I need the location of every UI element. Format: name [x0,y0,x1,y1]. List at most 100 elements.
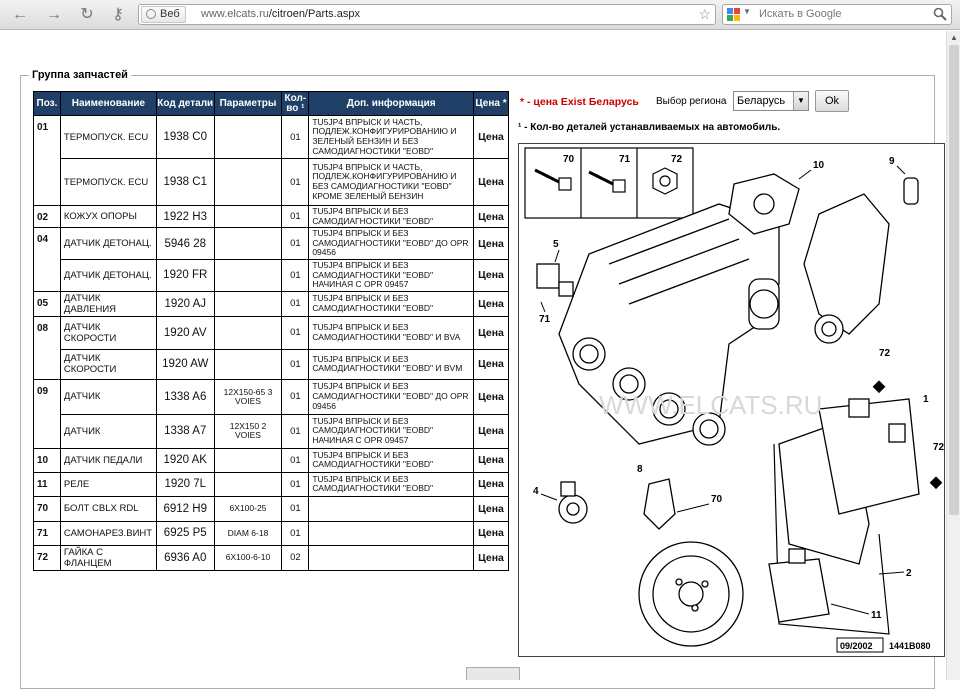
cell-part-code[interactable]: 1920 AV [155,315,215,350]
cell-part-code[interactable]: 1938 C0 [155,115,215,159]
cell-position: 09 [33,378,61,449]
back-arrow-icon[interactable]: ← [10,5,30,25]
scroll-up-icon[interactable]: ▲ [950,33,958,42]
chevron-down-icon: ▼ [793,92,808,110]
cell-part-code[interactable]: 1920 FR [155,258,215,292]
cell-parameters [213,115,283,159]
cell-name: РЕЛЕ [59,471,157,497]
cell-parameters [213,158,283,206]
parts-diagram[interactable]: 70 71 72 10 9 5 71 72 1 72 8 70 4 2 11 W… [518,143,945,657]
table-row: ДАТЧИК СКОРОСТИ 1920 AW 01 TU5JP4 ВПРЫСК И … [34,348,510,380]
price-link[interactable]: Цена [472,115,510,159]
url-text[interactable]: www.elcats.ru/citroen/Parts.aspx [201,7,360,22]
price-link[interactable]: Цена [472,227,510,260]
cell-part-code[interactable]: 6936 A0 [155,544,215,571]
cell-info: TU5JP4 ВПРЫСК И БЕЗ САМОДИАГНОСТИКИ "EOB… [308,348,474,380]
price-link[interactable]: Цена [472,204,510,229]
cell-info: TU5JP4 ВПРЫСК И БЕЗ САМОДИАГНОСТИКИ "EOB… [308,378,474,415]
col-header-price: Цена * [472,91,510,116]
search-icon[interactable] [933,7,947,21]
price-link[interactable]: Цена [472,544,510,571]
ok-button[interactable]: Ok [815,90,849,112]
cell-part-code[interactable]: 1920 AJ [155,290,215,317]
cell-quantity: 01 [281,204,310,229]
bookmark-star-icon[interactable]: ☆ [698,6,711,23]
cell-info [308,520,474,546]
price-link[interactable]: Цена [472,471,510,497]
reload-icon[interactable]: ↻ [77,5,97,25]
cell-quantity: 01 [281,520,310,546]
flywheel-drawing [638,541,744,647]
diagram-label: 4 [533,486,539,497]
price-link[interactable]: Цена [472,348,510,380]
col-header-qty: Кол-во ¹ [281,91,310,116]
cell-quantity: 01 [281,413,310,449]
table-row: 10 ДАТЧИК ПЕДАЛИ 1920 AK 01 TU5JP4 ВПРЫСК И … [33,447,510,473]
cell-name: ДАТЧИК ДЕТОНАЦ. [59,258,157,292]
col-header-pos: Поз. [33,91,61,116]
cell-part-code[interactable]: 1938 C1 [155,158,215,206]
search-box[interactable]: ▼ Искать в Google [722,4,952,25]
cell-part-code[interactable]: 5946 28 [155,227,215,260]
cell-info: TU5JP4 ВПРЫСК И БЕЗ САМОДИАГНОСТИКИ "EOB… [308,290,474,317]
diagram-label: 71 [539,314,551,325]
price-link[interactable]: Цена [472,158,510,206]
table-row: ТЕРМОПУСК. ECU 1938 C1 01 TU5JP4 ВПРЫСК И Ч… [34,158,510,206]
diagram-label: 70 [711,494,723,505]
cell-quantity: 01 [281,290,310,317]
cell-info: TU5JP4 ВПРЫСК И БЕЗ САМОДИАГНОСТИКИ "EOB… [308,447,474,473]
price-link[interactable]: Цена [472,413,510,449]
col-header-code: Код детали [155,91,215,116]
cell-part-code[interactable]: 1920 AW [155,348,215,380]
cell-info: TU5JP4 ВПРЫСК И БЕЗ САМОДИАГНОСТИКИ "EOB… [308,227,474,260]
cell-part-code[interactable]: 1338 A6 [155,378,215,415]
cell-name: БОЛТ CBLX RDL [59,495,157,522]
engine-parts-illustration: 70 71 72 10 9 5 71 72 1 72 8 70 4 2 11 W… [524,147,944,653]
price-link[interactable]: Цена [472,290,510,317]
key-icon[interactable]: ⚷ [108,5,128,25]
cell-name: ДАТЧИК ДЕТОНАЦ. [59,227,157,260]
cell-name: ТЕРМОПУСК. ECU [59,158,157,206]
cell-part-code[interactable]: 6912 H9 [155,495,215,522]
price-link[interactable]: Цена [472,495,510,522]
price-link[interactable]: Цена [472,315,510,350]
region-label: Выбор региона [656,96,727,107]
cell-quantity: 02 [281,544,310,571]
diagram-label: 10 [813,160,825,171]
search-engine-dropdown-icon[interactable]: ▼ [743,7,751,16]
cell-part-code[interactable]: 1920 AK [155,447,215,473]
knock-sensor-drawing [558,481,588,524]
scrollbar-thumb[interactable] [949,45,959,515]
cell-part-code[interactable]: 6925 P5 [155,520,215,546]
region-select[interactable]: Беларусь ▼ [733,91,809,111]
price-link[interactable]: Цена [472,258,510,292]
vertical-scrollbar[interactable]: ▲ [946,31,960,680]
price-link[interactable]: Цена [472,447,510,473]
cell-part-code[interactable]: 1338 A7 [155,413,215,449]
table-row: 71 САМОНАРЕЗ.ВИНТ 6925 P5 DIAM 6-18 01 Цена [33,520,510,546]
cell-name: ДАТЧИК [59,413,157,449]
cell-name: ДАТЧИК СКОРОСТИ [59,348,157,380]
diagram-label: 2 [906,568,912,579]
site-info-button[interactable]: Веб [141,6,186,23]
diagram-stamp-code: 1441B080 [889,641,931,651]
forward-arrow-icon[interactable]: → [44,5,64,25]
cell-part-code[interactable]: 1920 7L [155,471,215,497]
bottom-tab[interactable] [466,667,520,680]
diagram-stamp-date: 09/2002 [840,641,873,651]
cell-parameters [213,290,283,317]
price-link[interactable]: Цена [472,520,510,546]
table-row: 09 ДАТЧИК 1338 A6 12X150-65 3 VOIES 01 TU5JP4… [33,378,510,449]
col-header-info: Доп. информация [308,91,474,116]
price-note: * - цена Exist Беларусь [520,96,639,108]
cell-name: ДАТЧИК ДАВЛЕНИЯ [59,290,157,317]
table-row: ДАТЧИК 1338 A7 12X150 2 VOIES 01 TU5JP4 ВПРЫ… [34,413,510,449]
region-select-value: Беларусь [737,95,786,107]
price-link[interactable]: Цена [472,378,510,415]
cell-quantity: 01 [281,348,310,380]
diagram-label: 72 [879,348,891,359]
diagram-label: 71 [619,154,631,165]
address-bar[interactable]: Веб www.elcats.ru/citroen/Parts.aspx ☆ [138,4,716,25]
fastener-legend-box [524,147,694,219]
cell-part-code[interactable]: 1922 H3 [155,204,215,229]
